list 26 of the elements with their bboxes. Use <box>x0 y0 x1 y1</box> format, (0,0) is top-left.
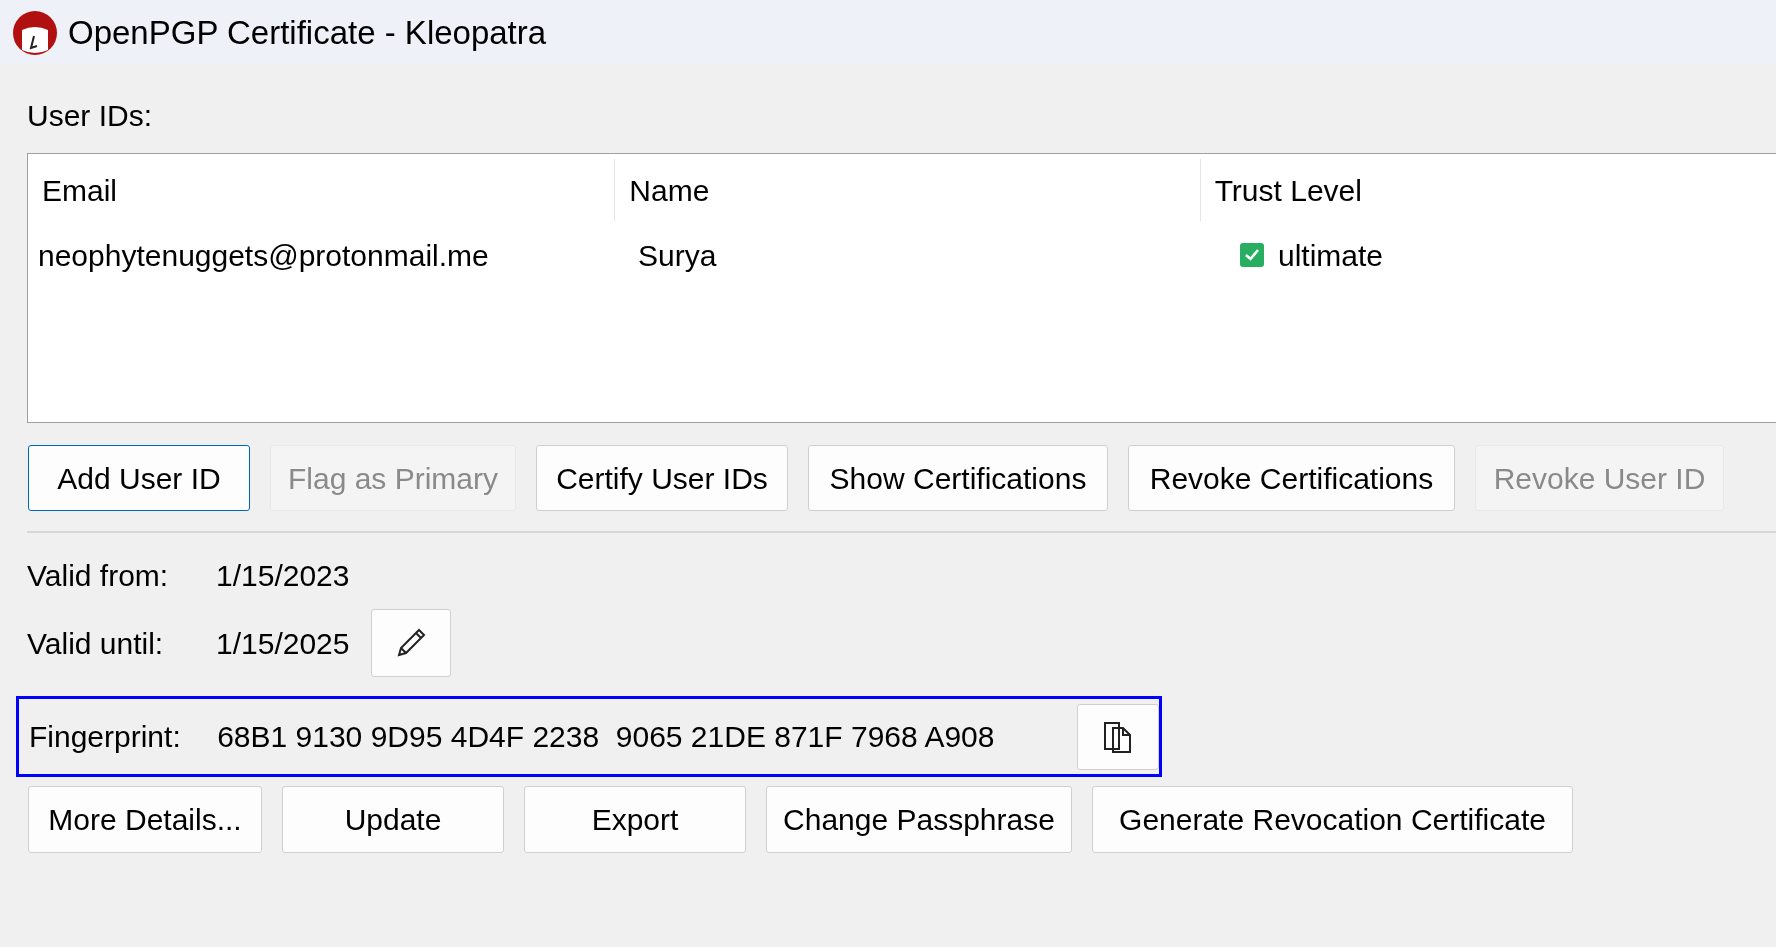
field-label: Valid from: <box>27 557 170 594</box>
field-value: 1/15/2023 <box>216 557 350 594</box>
action-button[interactable]: Generate Revocation Certificate <box>1092 786 1573 853</box>
column-header[interactable]: Name <box>615 159 1201 221</box>
field-label: Valid until: <box>27 625 165 662</box>
action-button[interactable]: Change Passphrase <box>766 786 1072 853</box>
window-title: OpenPGP Certificate - Kleopatra <box>68 12 547 53</box>
fingerprint-value: 68B1 9130 9D95 4D4F 2238 9065 21DE 871F 7968 A908 <box>217 719 996 755</box>
table-cell-text: ultimate <box>1278 237 1384 274</box>
action-button[interactable]: More Details... <box>28 786 262 853</box>
field-value: 1/15/2025 <box>216 625 350 662</box>
section-label: User IDs: <box>27 101 153 131</box>
column-header[interactable]: Email <box>28 159 616 221</box>
table-cell-text: neophytenuggets@protonmail.me <box>37 237 490 274</box>
action-button[interactable]: Export <box>524 786 746 853</box>
action-button[interactable]: Show Certifications <box>808 445 1108 511</box>
action-button[interactable]: Revoke Certifications <box>1128 445 1455 511</box>
app-logo-icon <box>12 9 58 56</box>
column-header[interactable]: Trust Level <box>1200 159 1776 221</box>
field-label: Fingerprint: <box>29 719 182 755</box>
action-button[interactable]: Certify User IDs <box>536 445 788 511</box>
edit-button[interactable] <box>371 609 452 677</box>
action-button[interactable]: Add User ID <box>28 445 250 511</box>
action-button[interactable]: Update <box>282 786 504 853</box>
copy-button[interactable] <box>1077 703 1159 770</box>
table-cell-text: Surya <box>637 237 718 274</box>
